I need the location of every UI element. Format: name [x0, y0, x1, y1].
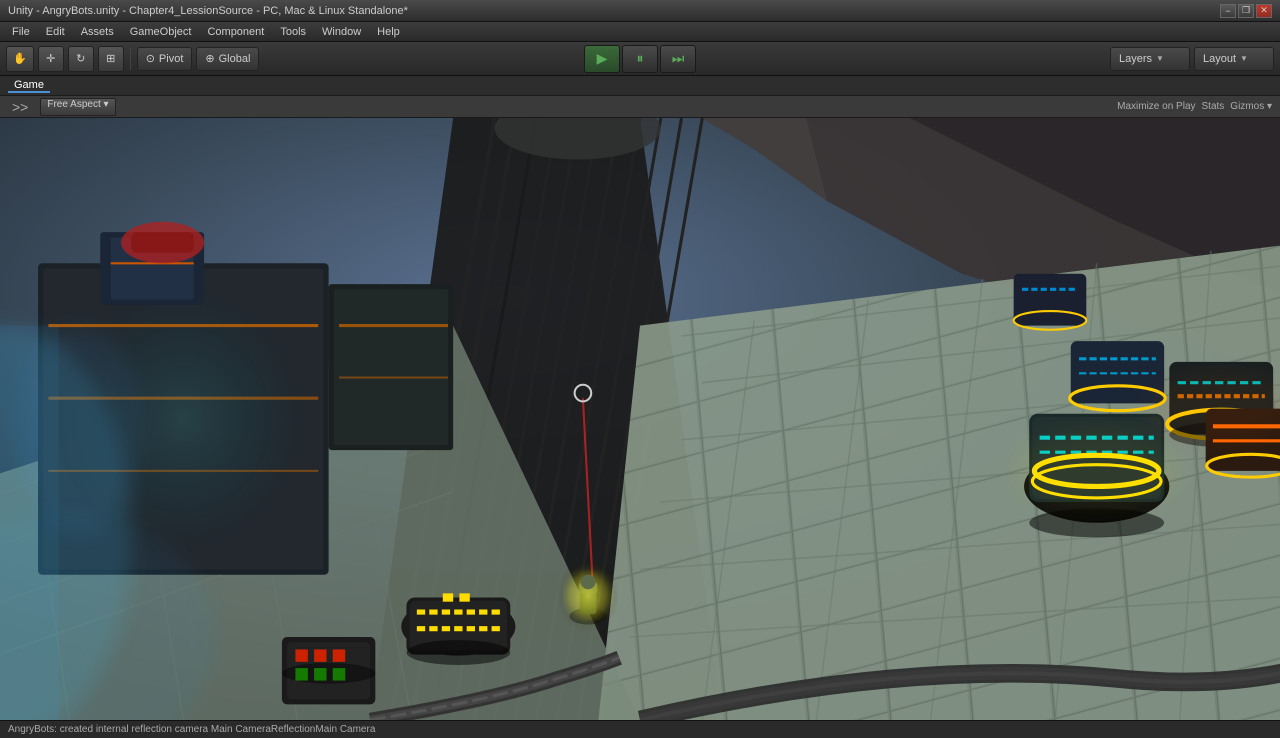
hand-tool-button[interactable]: ✋	[6, 46, 34, 72]
toolbar-sep-1	[130, 48, 131, 70]
layout-dropdown[interactable]: Layout ▼	[1194, 47, 1274, 71]
window-controls: − ❐ ✕	[1220, 4, 1272, 18]
scale-tool-button[interactable]: ⊞	[98, 46, 124, 72]
game-tab[interactable]: Game	[8, 79, 50, 93]
app-title: Unity - AngryBots.unity - Chapter4_Lessi…	[8, 5, 408, 17]
pause-button[interactable]: ⏸	[622, 45, 658, 73]
status-bar: AngryBots: created internal reflection c…	[0, 720, 1280, 738]
gizmos-dropdown[interactable]: Gizmos ▾	[1230, 101, 1272, 112]
pivot-button[interactable]: ⊙ Pivot	[137, 47, 193, 71]
maximize-on-play-button[interactable]: Maximize on Play	[1117, 101, 1195, 112]
game-scene	[0, 118, 1280, 720]
step-button[interactable]: ⏭	[660, 45, 696, 73]
global-label: Global	[219, 53, 251, 65]
play-button[interactable]: ▶	[584, 45, 620, 73]
restore-button[interactable]: ❐	[1238, 4, 1254, 18]
layers-layout-group: Layers ▼ Layout ▼	[1110, 47, 1274, 71]
viewport[interactable]	[0, 118, 1280, 720]
pivot-icon: ⊙	[146, 52, 155, 65]
layers-arrow-icon: ▼	[1156, 54, 1164, 63]
close-button[interactable]: ✕	[1256, 4, 1272, 18]
layout-arrow-icon: ▼	[1240, 54, 1248, 63]
arrows-icon: >>	[8, 99, 32, 115]
menu-file[interactable]: File	[4, 22, 38, 41]
pivot-label: Pivot	[159, 53, 183, 65]
game-view-toolbar: >> Free Aspect ▾ Maximize on Play Stats …	[0, 96, 1280, 118]
game-view-header: Game	[0, 76, 1280, 96]
status-message: AngryBots: created internal reflection c…	[8, 724, 375, 735]
layout-label: Layout	[1203, 53, 1236, 65]
main-content: Game >> Free Aspect ▾ Maximize on Play S…	[0, 76, 1280, 720]
play-controls: ▶ ⏸ ⏭	[584, 45, 696, 73]
move-tool-button[interactable]: ✛	[38, 46, 64, 72]
menu-bar: File Edit Assets GameObject Component To…	[0, 22, 1280, 42]
title-bar: Unity - AngryBots.unity - Chapter4_Lessi…	[0, 0, 1280, 22]
aspect-dropdown[interactable]: Free Aspect ▾	[40, 98, 115, 116]
menu-component[interactable]: Component	[199, 22, 272, 41]
menu-assets[interactable]: Assets	[73, 22, 122, 41]
aspect-label: Free Aspect	[47, 99, 100, 110]
game-toolbar-right: Maximize on Play Stats Gizmos ▾	[1117, 101, 1272, 112]
global-icon: ⊕	[205, 52, 214, 65]
toolbar: ✋ ✛ ↻ ⊞ ⊙ Pivot ⊕ Global ▶ ⏸ ⏭ Layers ▼ …	[0, 42, 1280, 76]
menu-gameobject[interactable]: GameObject	[122, 22, 200, 41]
menu-help[interactable]: Help	[369, 22, 408, 41]
layers-dropdown[interactable]: Layers ▼	[1110, 47, 1190, 71]
global-button[interactable]: ⊕ Global	[196, 47, 259, 71]
layers-label: Layers	[1119, 53, 1152, 65]
menu-tools[interactable]: Tools	[272, 22, 314, 41]
menu-edit[interactable]: Edit	[38, 22, 73, 41]
menu-window[interactable]: Window	[314, 22, 369, 41]
minimize-button[interactable]: −	[1220, 4, 1236, 18]
stats-button[interactable]: Stats	[1202, 101, 1225, 112]
rotate-tool-button[interactable]: ↻	[68, 46, 94, 72]
